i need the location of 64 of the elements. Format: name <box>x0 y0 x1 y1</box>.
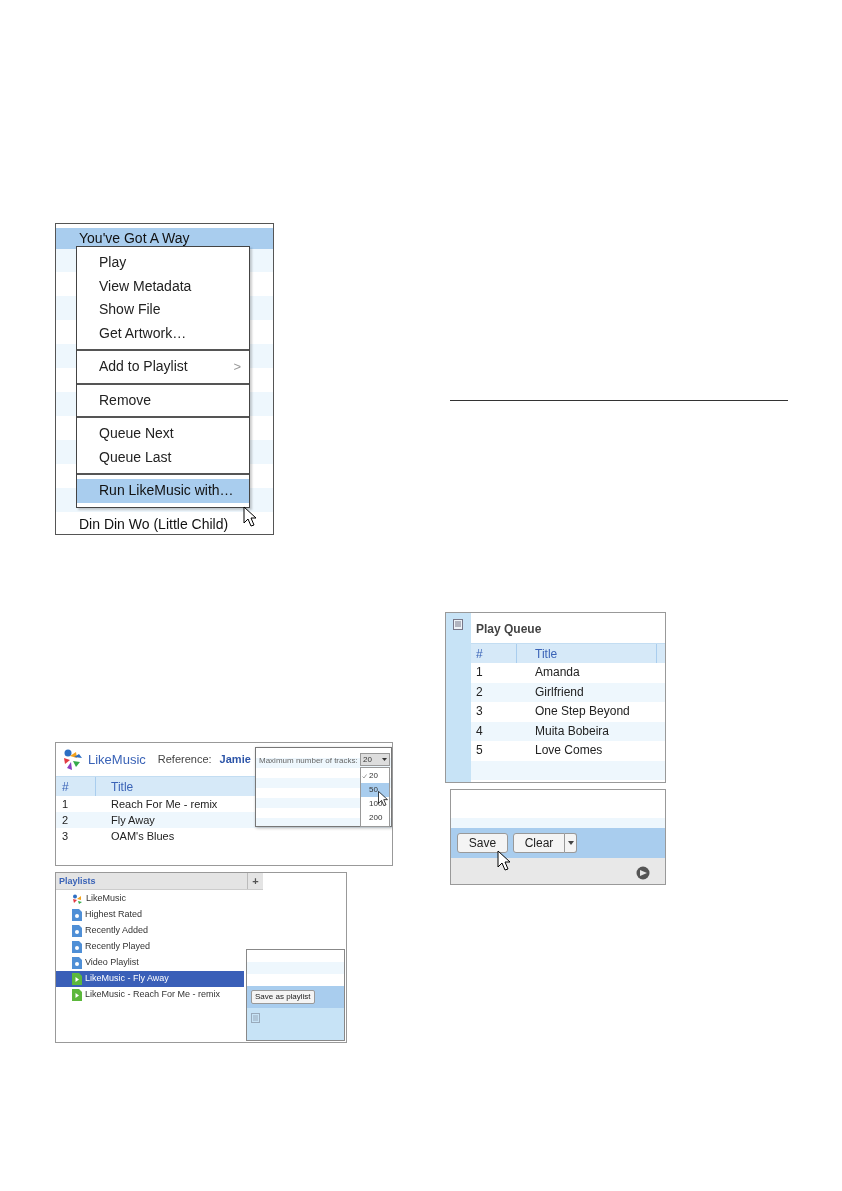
gear-document-icon <box>72 957 82 969</box>
table-cell-text: One Step Beyond <box>534 703 630 720</box>
table-cell-text: OAM's Blues <box>110 829 175 844</box>
pinwheel-icon <box>72 893 83 905</box>
save-button[interactable]: Save <box>457 833 508 853</box>
table-cell-text: 3 <box>475 703 484 720</box>
check-icon <box>362 773 368 779</box>
table-cell-text: Muita Bobeira <box>534 722 610 740</box>
list-icon <box>251 1013 260 1023</box>
dropdown-button[interactable] <box>565 833 577 853</box>
menu-item[interactable]: Run LikeMusic with… <box>77 479 249 503</box>
table-cell-text: 4 <box>475 722 484 740</box>
table-cell-text: Fly Away <box>110 813 155 828</box>
app-name: LikeMusic <box>88 750 146 769</box>
add-button[interactable]: + <box>247 873 263 889</box>
submenu-arrow: > <box>233 358 241 376</box>
menu-item[interactable]: Add to Playlist > <box>77 355 249 379</box>
column-header[interactable]: Title <box>96 777 134 796</box>
playlist-item[interactable]: Highest Rated <box>56 907 244 923</box>
table-cell-text: 5 <box>475 742 484 759</box>
clear-button[interactable]: Clear <box>513 833 565 853</box>
table-cell-text: Reach For Me - remix <box>110 797 218 812</box>
menu-item[interactable]: View Metadata <box>77 274 249 298</box>
table-cell-text: Amanda <box>534 664 580 681</box>
playlist-item[interactable]: LikeMusic - Fly Away <box>56 971 244 987</box>
table-cell-text: 2 <box>475 683 484 701</box>
play-document-icon <box>72 989 82 1001</box>
table-cell-text: 1 <box>475 664 484 681</box>
caret-icon <box>382 758 387 761</box>
list-icon <box>453 619 463 630</box>
table-cell-text: Girlfriend <box>534 683 584 701</box>
panel-title: Playlists <box>58 875 97 888</box>
dropdown-option[interactable]: 200 <box>361 811 389 825</box>
tracks-dropdown[interactable]: 20 <box>360 753 390 766</box>
dropdown-option[interactable]: 20 <box>361 769 389 783</box>
play-document-icon <box>72 973 82 985</box>
reference-label: Reference: <box>157 752 212 768</box>
playlist-item[interactable]: LikeMusic - Reach For Me - remix <box>56 987 244 1003</box>
tracks-label: Maximum number of tracks: <box>259 755 358 767</box>
table-cell-text: 1 <box>61 797 70 812</box>
pointer-cursor-icon <box>497 850 511 871</box>
caret-icon <box>567 841 574 845</box>
dropdown-option[interactable]: 50 <box>361 783 389 797</box>
pinwheel-logo-icon <box>62 747 84 772</box>
menu-item[interactable]: Play <box>77 251 249 275</box>
reference-value: Jamie <box>219 752 251 768</box>
playlist-item[interactable]: Recently Played <box>56 939 244 955</box>
menu-item[interactable]: Remove <box>77 388 249 412</box>
table-cell-text: 3 <box>61 829 70 844</box>
playlist-item[interactable]: Recently Added <box>56 923 244 939</box>
table-cell-text: 2 <box>61 813 70 828</box>
menu-item[interactable]: Queue Next <box>77 422 249 446</box>
table-cell-text: Love Comes <box>534 742 603 759</box>
gear-document-icon <box>72 941 82 953</box>
playlist-item[interactable]: Video Playlist <box>56 955 244 971</box>
menu-item[interactable]: Queue Last <box>77 445 249 469</box>
gear-document-icon <box>72 909 82 921</box>
playlist-item[interactable]: LikeMusic <box>56 891 244 907</box>
save-as-playlist-button[interactable]: Save as playlist <box>251 990 315 1004</box>
menu-item[interactable]: Get Artwork… <box>77 321 249 345</box>
panel-title: Play Queue <box>475 621 543 638</box>
gear-document-icon <box>72 925 82 937</box>
menu-item[interactable]: Show File <box>77 298 249 322</box>
circle-play-logo-icon <box>635 866 651 880</box>
